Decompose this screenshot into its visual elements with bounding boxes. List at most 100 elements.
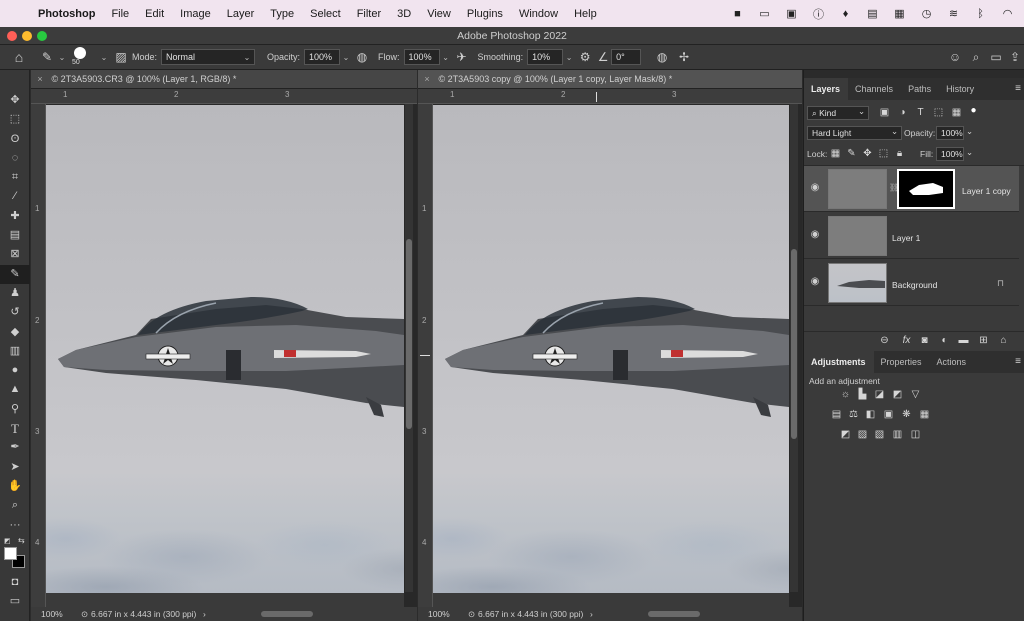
close-icon[interactable]: ×	[31, 74, 49, 84]
filter-pixel-icon[interactable]: ▣	[878, 107, 891, 119]
share-icon[interactable]: ⇪	[1006, 50, 1024, 64]
patch-tool-icon[interactable]: ▤	[0, 226, 30, 245]
marquee-tool-icon[interactable]: ⬚	[0, 110, 30, 129]
document-tab-2[interactable]: × © 2T3A5903 copy @ 100% (Layer 1 copy, …	[418, 70, 802, 89]
threshold-icon[interactable]: ▧	[873, 429, 886, 441]
tab-adjustments[interactable]: Adjustments	[804, 351, 874, 373]
search-icon[interactable]: ⌕	[966, 50, 986, 65]
invert-icon[interactable]: ◩	[839, 429, 852, 441]
home-icon[interactable]: ⌂	[0, 49, 38, 65]
workspace-icon[interactable]: ▭	[986, 50, 1006, 64]
drop-icon[interactable]: ♦	[837, 8, 854, 20]
blend-mode-select[interactable]: Hard Light	[807, 126, 902, 140]
menu-layer[interactable]: Layer	[219, 8, 263, 20]
bluetooth-icon[interactable]: ᛒ	[972, 8, 989, 20]
sharpen-tool-icon[interactable]: ▲	[0, 380, 30, 399]
pressure-opacity-icon[interactable]: ◍	[352, 50, 372, 64]
brush-tool-icon[interactable]: ✎	[0, 264, 30, 284]
add-mask-icon[interactable]: ◙	[918, 335, 931, 347]
posterize-icon[interactable]: ▨	[856, 429, 869, 441]
fill-field[interactable]: 100%	[936, 147, 964, 161]
dodge-tool-icon[interactable]: ⚲	[0, 400, 30, 419]
blur-tool-icon[interactable]: ●	[0, 361, 30, 380]
screen-mode-icon[interactable]: ▭	[0, 592, 30, 611]
account-icon[interactable]: ☺	[944, 50, 966, 64]
menu-edit[interactable]: Edit	[137, 8, 172, 20]
swap-colors-icon[interactable]: ⇆	[18, 536, 25, 545]
layer-row-layer-1-copy[interactable]: ◉ ⛓ Layer 1 copy	[804, 166, 1019, 212]
horizontal-ruler[interactable]: 1 2 3	[31, 89, 417, 104]
symmetry-icon[interactable]: ✢	[673, 50, 695, 64]
new-layer-icon[interactable]: ⊞	[977, 335, 990, 347]
opacity-field[interactable]: 100%	[304, 49, 341, 65]
trash-icon[interactable]: ⌂	[997, 335, 1010, 347]
layer-name[interactable]: Background	[892, 280, 937, 290]
tab-properties[interactable]: Properties	[874, 357, 930, 373]
time-machine-icon[interactable]: ◷	[918, 7, 935, 20]
selective-color-icon[interactable]: ◫	[909, 429, 922, 441]
menu-filter[interactable]: Filter	[349, 8, 389, 20]
tab-actions[interactable]: Actions	[930, 357, 975, 373]
scroll-thumb[interactable]	[406, 239, 412, 429]
document-canvas-1[interactable]: 1 2 3 1 2 3 4	[31, 89, 417, 607]
color-balance-icon[interactable]: ⚖	[847, 409, 860, 421]
smoothing-field[interactable]: 10%	[527, 49, 564, 65]
layer-name[interactable]: Layer 1	[892, 233, 920, 243]
healing-brush-tool-icon[interactable]: ✚	[0, 207, 30, 226]
screen-record-icon[interactable]: ▭	[756, 7, 773, 20]
hand-tool-icon[interactable]: ✋	[0, 477, 30, 496]
document-tab-1[interactable]: × © 2T3A5903.CR3 @ 100% (Layer 1, RGB/8)…	[31, 70, 417, 89]
quick-mask-icon[interactable]: ◘	[0, 573, 30, 592]
lock-artboard-icon[interactable]: ⬚	[877, 148, 890, 160]
vertical-ruler[interactable]: 1 2 3 4	[31, 104, 46, 607]
camera-icon[interactable]: ■	[729, 8, 746, 20]
type-tool-icon[interactable]: T	[0, 419, 30, 438]
filter-shape-icon[interactable]: ⬚	[932, 107, 945, 119]
frame-tool-icon[interactable]: ⊠	[0, 245, 30, 264]
vibrance-icon[interactable]: ▽	[909, 389, 922, 401]
chevron-down-icon[interactable]: ⌄	[56, 53, 68, 62]
wifi-off-icon[interactable]: ≋	[945, 7, 962, 20]
zoom-level[interactable]: 100%	[41, 609, 63, 619]
gradient-map-icon[interactable]: ▥	[891, 429, 904, 441]
brush-preset-icon[interactable]: ✎	[38, 50, 56, 64]
lock-position-icon[interactable]: ✥	[861, 148, 874, 160]
chevron-down-icon[interactable]: ⌄	[98, 53, 110, 62]
eyedropper-tool-icon[interactable]: ⁄	[0, 187, 30, 206]
layer-row-layer-1[interactable]: ◉ Layer 1	[804, 213, 1019, 259]
default-colors-icon[interactable]: ◩	[4, 537, 11, 545]
document-info[interactable]: 6.667 in x 4.443 in (300 ppi)	[478, 609, 583, 619]
eraser-tool-icon[interactable]: ◆	[0, 323, 30, 342]
chevron-down-icon[interactable]: ⌄	[440, 53, 452, 62]
info-icon[interactable]: ⓘ	[810, 6, 827, 22]
clone-stamp-tool-icon[interactable]: ♟	[0, 284, 30, 303]
flow-field[interactable]: 100%	[403, 49, 440, 65]
close-icon[interactable]: ×	[418, 74, 436, 84]
vertical-ruler[interactable]: 1 2 3 4	[418, 104, 433, 607]
menu-window[interactable]: Window	[511, 8, 566, 20]
filter-adjustment-icon[interactable]: ◑	[896, 107, 909, 119]
tab-paths[interactable]: Paths	[901, 84, 939, 100]
panel-menu-icon[interactable]: ≡	[1015, 356, 1024, 373]
lock-transparent-icon[interactable]: ▦	[829, 148, 842, 160]
chevron-right-icon[interactable]: ›	[590, 609, 593, 619]
menu-3d[interactable]: 3D	[389, 8, 419, 20]
scroll-thumb[interactable]	[791, 249, 797, 439]
zoom-level[interactable]: 100%	[428, 609, 450, 619]
brush-settings-icon[interactable]: ▨	[110, 50, 132, 64]
horizontal-scrollbar[interactable]	[261, 611, 313, 617]
tab-layers[interactable]: Layers	[804, 78, 849, 100]
levels-icon[interactable]: ▙	[856, 389, 869, 401]
panel-collapse-bar[interactable]	[804, 70, 1024, 78]
tab-channels[interactable]: Channels	[848, 84, 901, 100]
layer-mask-thumbnail[interactable]	[897, 169, 955, 209]
color-lookup-icon[interactable]: ▦	[918, 409, 931, 421]
brightness-contrast-icon[interactable]: ☼	[839, 389, 852, 401]
horizontal-ruler[interactable]: 1 2 3	[418, 89, 802, 104]
hue-saturation-icon[interactable]: ▤	[830, 409, 843, 421]
zoom-tool-icon[interactable]: ⌕	[0, 496, 30, 515]
menu-select[interactable]: Select	[302, 8, 349, 20]
wifi-icon[interactable]: ◠	[999, 7, 1016, 20]
menu-view[interactable]: View	[419, 8, 459, 20]
menu-plugins[interactable]: Plugins	[459, 8, 511, 20]
